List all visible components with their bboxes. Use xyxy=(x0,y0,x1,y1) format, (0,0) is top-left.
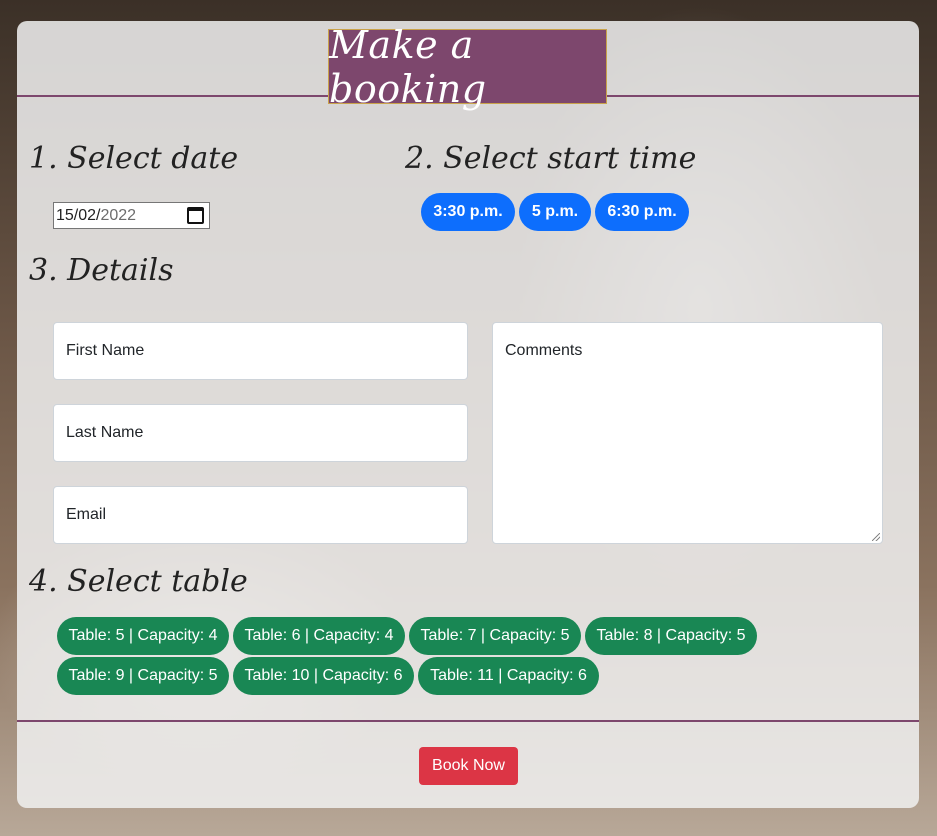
first-name-field[interactable]: First Name xyxy=(53,322,468,380)
page-title: Make a booking xyxy=(328,23,607,111)
table-button-9[interactable]: Table: 9 | Capacity: 5 xyxy=(57,657,229,695)
calendar-icon[interactable] xyxy=(187,207,204,224)
section-details: 3. Details xyxy=(29,253,174,288)
comments-field[interactable]: Comments xyxy=(492,322,883,544)
date-field[interactable]: 15/02/2022 xyxy=(53,202,210,229)
section-select-time: 2. Select start time xyxy=(405,141,697,176)
date-field-year: 2022 xyxy=(100,206,137,224)
table-button-7[interactable]: Table: 7 | Capacity: 5 xyxy=(409,617,581,655)
footer-divider xyxy=(17,720,919,722)
comments-placeholder: Comments xyxy=(505,342,583,359)
table-button-5[interactable]: Table: 5 | Capacity: 4 xyxy=(57,617,229,655)
table-button-11[interactable]: Table: 11 | Capacity: 6 xyxy=(418,657,599,695)
time-button-1[interactable]: 3:30 p.m. xyxy=(421,193,515,231)
section-select-table: 4. Select table xyxy=(29,564,248,599)
resize-handle[interactable] xyxy=(872,533,880,541)
table-button-6[interactable]: Table: 6 | Capacity: 4 xyxy=(233,617,405,655)
time-button-2[interactable]: 5 p.m. xyxy=(519,193,591,231)
table-button-8[interactable]: Table: 8 | Capacity: 5 xyxy=(585,617,757,655)
section-select-date: 1. Select date xyxy=(29,141,239,176)
date-field-value: 15/02/ xyxy=(56,206,101,224)
book-now-button[interactable]: Book Now xyxy=(419,747,518,785)
email-field[interactable]: Email xyxy=(53,486,468,544)
booking-card: Make a booking 1. Select date 2. Select … xyxy=(17,21,919,808)
time-button-3[interactable]: 6:30 p.m. xyxy=(595,193,689,231)
last-name-field[interactable]: Last Name xyxy=(53,404,468,462)
table-button-10[interactable]: Table: 10 | Capacity: 6 xyxy=(233,657,414,695)
